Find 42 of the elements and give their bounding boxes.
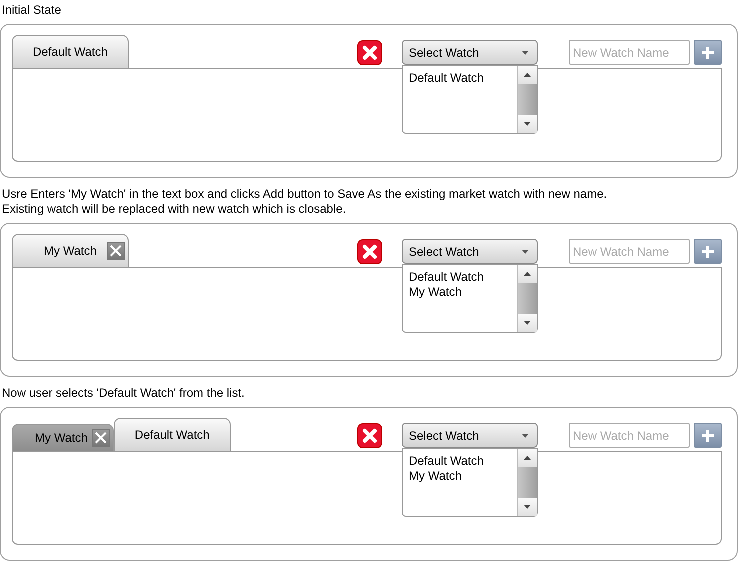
select-dropdown[interactable]: Select Watch [402,239,538,264]
scrollbar[interactable] [517,66,537,133]
add-button[interactable] [694,423,722,448]
scroll-up-icon[interactable] [524,272,531,276]
plus-icon [701,244,715,258]
caption-text: Existing watch will be replaced with new watch which is closable. [2,202,348,217]
dropdown-option[interactable]: My Watch [409,285,511,300]
select-dropdown[interactable]: Select Watch [402,40,538,65]
caret-icon [522,250,529,254]
scroll-up-icon[interactable] [524,456,531,460]
name-field[interactable]: New Watch Name [569,239,690,264]
name-field[interactable]: New Watch Name [569,40,690,65]
add-button[interactable] [694,239,722,264]
dropdown-option[interactable]: Default Watch [409,270,511,285]
scrollbar[interactable] [517,265,537,332]
dropdown-option[interactable]: Default Watch [409,71,511,86]
select-dropdown[interactable]: Select Watch [402,423,538,448]
caption-text: Now user selects 'Default Watch' from the list. [2,386,246,401]
scroll-up-icon[interactable] [524,73,531,77]
caret-icon [522,434,529,438]
caption-text: Usre Enters 'My Watch' in the text box and clicks Add button to Save As the existing market watch with new name. [2,187,608,202]
scrollbar[interactable] [517,449,537,516]
scroll-down-icon[interactable] [524,122,531,126]
name-field[interactable]: New Watch Name [569,423,690,448]
dropdown-option[interactable]: Default Watch [409,454,511,469]
delete-icon[interactable] [357,40,383,66]
scroll-down-icon[interactable] [524,321,531,325]
caption-text: Initial State [2,3,62,18]
caret-icon [522,50,529,54]
close-tab-button[interactable] [106,242,125,260]
watch-tab[interactable]: Default Watch [114,418,231,451]
dropdown-option[interactable]: My Watch [409,469,511,484]
watch-tab[interactable]: My Watch [12,234,129,267]
plus-icon [701,46,715,60]
add-button[interactable] [694,40,722,65]
plus-icon [701,428,715,442]
watch-tab[interactable]: My Watch [12,424,114,451]
delete-icon[interactable] [357,423,383,449]
close-tab-button[interactable] [92,429,110,447]
watch-tab[interactable]: Default Watch [12,35,129,68]
scroll-down-icon[interactable] [524,505,531,509]
delete-icon[interactable] [357,239,383,265]
